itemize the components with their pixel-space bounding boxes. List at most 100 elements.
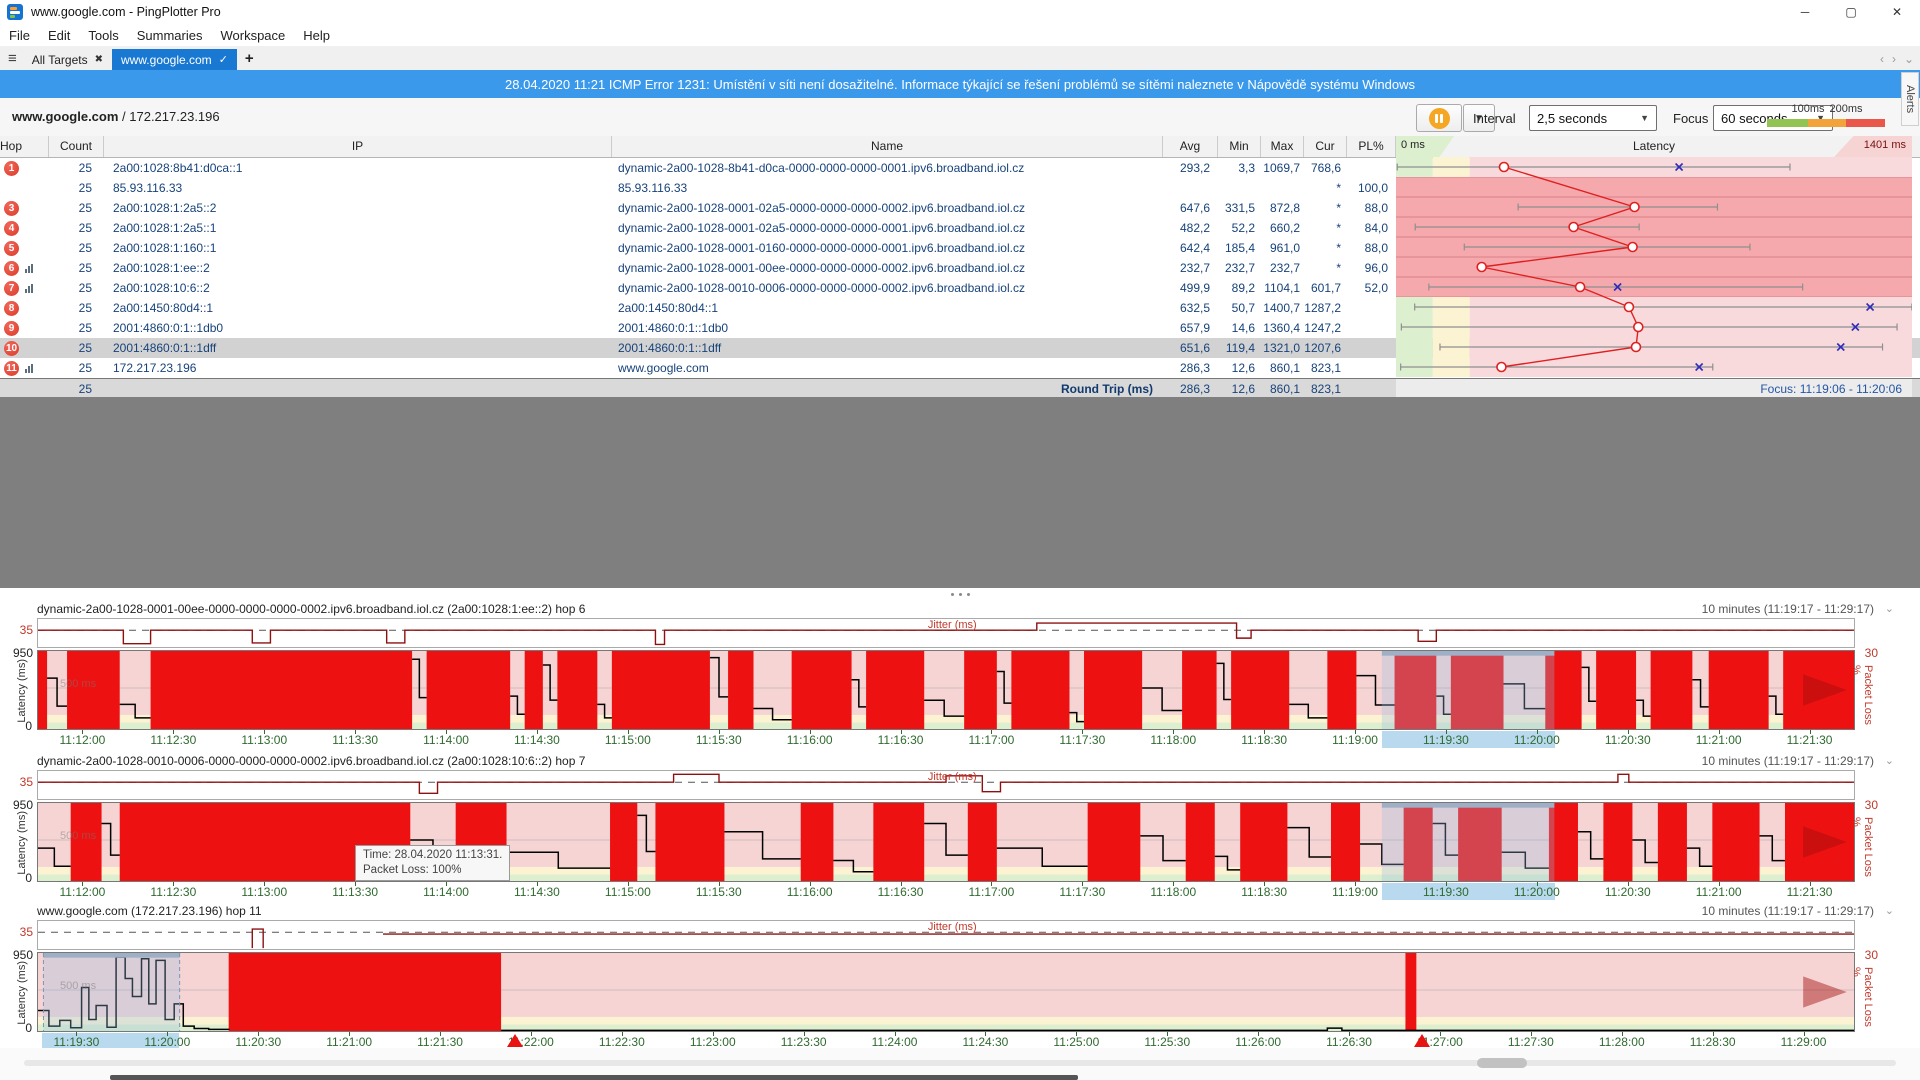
legend-label: 200ms xyxy=(1829,103,1862,115)
column-header-hop[interactable]: Hop xyxy=(0,136,49,157)
time-label: 11:20:00 xyxy=(144,1035,190,1049)
time-label: 11:12:00 xyxy=(60,733,106,747)
title-bar: www.google.com - PingPlotter Pro ─ ▢ ✕ xyxy=(0,0,1920,25)
time-label: 11:29:00 xyxy=(1781,1035,1827,1049)
hop-table-header: HopCountIPNameAvgMinMaxCurPL%0 msLatency… xyxy=(0,136,1920,158)
time-label: 11:14:30 xyxy=(514,885,560,899)
maximize-button[interactable]: ▢ xyxy=(1828,0,1874,24)
graph-time-range-selector[interactable]: 10 minutes (11:19:17 - 11:29:17) xyxy=(1702,904,1874,918)
avg-cell: 286,3 xyxy=(1163,382,1218,396)
latency-plot[interactable]: 9500Latency (ms)30Packet Loss %500 ms xyxy=(37,802,1855,882)
ip-cell: 2a00:1028:1:ee::2 xyxy=(104,261,612,275)
column-header-min[interactable]: Min xyxy=(1218,136,1261,157)
time-label: 11:22:30 xyxy=(599,1035,645,1049)
time-label: 11:20:30 xyxy=(1605,733,1651,747)
column-header-pl[interactable]: PL% xyxy=(1347,136,1396,157)
tab-www-google-com[interactable]: www.google.com ✓ xyxy=(112,49,237,70)
tab-list-icon[interactable]: ⌄ xyxy=(1904,52,1914,66)
focus-range-text: Focus: 11:19:06 - 11:20:06 xyxy=(1760,382,1912,396)
y-axis-max: 950 xyxy=(7,646,33,660)
time-label: 11:25:30 xyxy=(1144,1035,1190,1049)
name-cell: dynamic-2a00-1028-8b41-d0ca-0000-0000-00… xyxy=(612,161,1163,175)
tooltip-loss: Packet Loss: 100% xyxy=(363,863,502,878)
new-tab-button[interactable]: + xyxy=(245,50,254,67)
max-cell: 1321,0 xyxy=(1261,341,1304,355)
tab-all-targets[interactable]: All Targets ✖ xyxy=(23,49,112,70)
latency-summary-graph[interactable] xyxy=(1396,157,1912,377)
cur-cell: * xyxy=(1304,221,1347,235)
min-cell: 185,4 xyxy=(1218,241,1261,255)
time-label: 11:26:30 xyxy=(1326,1035,1372,1049)
column-header-count[interactable]: Count xyxy=(49,136,104,157)
menu-item-edit[interactable]: Edit xyxy=(39,26,79,45)
splitter-handle[interactable] xyxy=(0,588,1920,600)
chevron-down-icon[interactable]: ⌄ xyxy=(1885,754,1894,767)
interval-select[interactable]: 2,5 seconds ▼ xyxy=(1529,105,1657,131)
jitter-axis-max: 35 xyxy=(9,623,33,637)
tab-scroll-right-icon[interactable]: › xyxy=(1892,52,1896,66)
max-cell: 1400,7 xyxy=(1261,301,1304,315)
tab-close-icon[interactable]: ✖ xyxy=(95,54,103,65)
packet-loss-axis-max: 30 xyxy=(1865,646,1878,660)
tab-scroll-left-icon[interactable]: ‹ xyxy=(1880,52,1884,66)
column-header-ip[interactable]: IP xyxy=(104,136,612,157)
time-label: 11:17:00 xyxy=(969,733,1015,747)
menu-item-file[interactable]: File xyxy=(0,26,39,45)
round-trip-label: Round Trip (ms) xyxy=(612,382,1163,396)
column-header-name[interactable]: Name xyxy=(612,136,1163,157)
graph-title: www.google.com (172.217.23.196) hop 11 xyxy=(37,904,262,918)
menu-item-summaries[interactable]: Summaries xyxy=(128,26,212,45)
close-button[interactable]: ✕ xyxy=(1874,0,1920,24)
alerts-side-tab[interactable]: Alerts xyxy=(1901,72,1919,126)
chevron-down-icon: ▼ xyxy=(1640,113,1649,123)
hop-number-badge: 1 xyxy=(4,161,19,176)
timeline-scrollbar-handle[interactable] xyxy=(1477,1058,1527,1068)
min-cell: 12,6 xyxy=(1218,361,1261,375)
packet-loss-cell: 100,0 xyxy=(1347,181,1396,195)
graph-time-range-selector[interactable]: 10 minutes (11:19:17 - 11:29:17) xyxy=(1702,754,1874,768)
time-label: 11:20:00 xyxy=(1514,885,1560,899)
timeline-coverage-bar xyxy=(110,1075,1078,1080)
timeline-scrollbar-track[interactable] xyxy=(24,1060,1896,1066)
pause-button[interactable] xyxy=(1416,104,1462,132)
jitter-axis-max: 35 xyxy=(9,925,33,939)
graph-time-range-selector[interactable]: 10 minutes (11:19:17 - 11:29:17) xyxy=(1702,602,1874,616)
menu-item-help[interactable]: Help xyxy=(294,26,339,45)
count-cell: 25 xyxy=(49,281,104,295)
icmp-error-text: 28.04.2020 11:21 ICMP Error 1231: Umístě… xyxy=(505,77,1415,92)
cur-cell: * xyxy=(1304,181,1347,195)
hop-number-badge: 11 xyxy=(4,361,19,376)
column-header-cur[interactable]: Cur xyxy=(1304,136,1347,157)
hop-cell: 10 xyxy=(0,341,49,356)
latency-plot[interactable]: 9500Latency (ms)30Packet Loss %500 ms xyxy=(37,650,1855,730)
graph-title-row: www.google.com (172.217.23.196) hop 11 10… xyxy=(0,902,1920,920)
menu-item-workspace[interactable]: Workspace xyxy=(211,26,294,45)
graph-title: dynamic-2a00-1028-0001-00ee-0000-0000-00… xyxy=(37,602,585,616)
minimize-button[interactable]: ─ xyxy=(1782,0,1828,24)
chevron-down-icon[interactable]: ⌄ xyxy=(1885,602,1894,615)
chevron-down-icon[interactable]: ⌄ xyxy=(1885,904,1894,917)
target-address: www.google.com / 172.217.23.196 xyxy=(12,109,220,124)
focus-label: Focus xyxy=(1673,111,1708,126)
cur-cell: 1247,2 xyxy=(1304,321,1347,335)
column-header-avg[interactable]: Avg xyxy=(1163,136,1218,157)
time-label: 11:20:30 xyxy=(235,1035,281,1049)
column-header-max[interactable]: Max xyxy=(1261,136,1304,157)
time-label: 11:16:30 xyxy=(878,885,924,899)
name-cell: 2a00:1450:80d4::1 xyxy=(612,301,1163,315)
targets-menu-icon[interactable]: ≡ xyxy=(8,50,17,67)
y-axis-max: 950 xyxy=(7,798,33,812)
y-axis-label: Latency (ms) xyxy=(16,961,28,1025)
time-label: 11:19:30 xyxy=(1423,733,1469,747)
time-label: 11:25:00 xyxy=(1053,1035,1099,1049)
hop-cell: 7 xyxy=(0,281,49,296)
grid-500ms-label: 500 ms xyxy=(60,980,96,992)
menu-item-tools[interactable]: Tools xyxy=(79,26,127,45)
max-cell: 961,0 xyxy=(1261,241,1304,255)
latency-plot[interactable]: 9500Latency (ms)30Packet Loss %500 ms xyxy=(37,952,1855,1032)
max-cell: 1360,4 xyxy=(1261,321,1304,335)
hop-cell: 6 xyxy=(0,261,49,276)
ip-cell: 2001:4860:0:1::1db0 xyxy=(104,321,612,335)
time-label: 11:20:30 xyxy=(1605,885,1651,899)
graph-title: dynamic-2a00-1028-0010-0006-0000-0000-00… xyxy=(37,754,585,768)
